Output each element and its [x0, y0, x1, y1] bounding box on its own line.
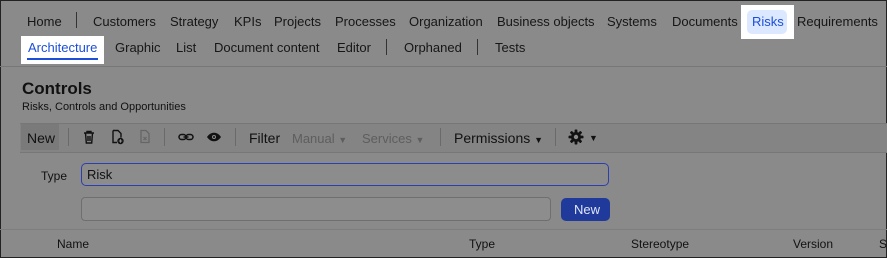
type-input-value: Risk: [87, 167, 113, 182]
nav-organization[interactable]: Organization: [409, 14, 483, 29]
page-title: Controls: [22, 79, 92, 98]
column-header-s[interactable]: S: [879, 237, 887, 251]
chevron-down-icon[interactable]: ▼: [589, 133, 598, 143]
nav-separator: [477, 39, 478, 55]
column-header-type[interactable]: Type: [469, 237, 495, 251]
search-input[interactable]: [81, 197, 551, 221]
tab-graphic[interactable]: Graphic: [115, 40, 161, 55]
primary-nav: Home Customers Strategy KPIs Projects Pr…: [0, 0, 887, 39]
nav-separator: [386, 39, 387, 55]
tab-document-content[interactable]: Document content: [214, 40, 320, 55]
manual-dropdown[interactable]: Manual ▼: [292, 131, 347, 146]
nav-documents[interactable]: Documents: [672, 14, 738, 29]
column-header-name[interactable]: Name: [57, 237, 89, 251]
nav-systems[interactable]: Systems: [607, 14, 657, 29]
toolbar-separator: [164, 128, 165, 146]
services-dropdown[interactable]: Services ▼: [362, 131, 424, 146]
chevron-down-icon: ▼: [415, 135, 425, 145]
document-disabled-icon[interactable]: [136, 128, 154, 146]
nav-business-objects[interactable]: Business objects: [497, 14, 595, 29]
type-label: Type: [41, 169, 68, 183]
toolbar-separator: [68, 128, 69, 146]
toolbar-separator: [235, 128, 236, 146]
tab-editor[interactable]: Editor: [337, 40, 371, 55]
divider: [0, 229, 887, 230]
nav-separator: [76, 12, 77, 28]
eye-icon[interactable]: [205, 128, 223, 146]
tab-tests[interactable]: Tests: [495, 40, 525, 55]
new-button-label: New: [574, 202, 601, 217]
chevron-down-icon: ▼: [534, 135, 544, 145]
manual-label: Manual: [292, 131, 335, 146]
nav-strategy[interactable]: Strategy: [170, 14, 218, 29]
new-document-icon[interactable]: [108, 128, 126, 146]
column-header-stereotype[interactable]: Stereotype: [631, 237, 689, 251]
tab-orphaned[interactable]: Orphaned: [404, 40, 462, 55]
chevron-down-icon: ▼: [338, 135, 348, 145]
trash-icon[interactable]: [80, 128, 98, 146]
page-subtitle: Risks, Controls and Opportunities: [22, 101, 186, 113]
permissions-label: Permissions: [454, 130, 531, 146]
nav-risks[interactable]: Risks: [752, 14, 784, 29]
nav-processes[interactable]: Processes: [335, 14, 396, 29]
nav-home[interactable]: Home: [27, 14, 62, 29]
type-input[interactable]: [81, 163, 609, 186]
services-label: Services: [362, 131, 412, 146]
permissions-dropdown[interactable]: Permissions ▼: [454, 130, 543, 146]
nav-customers[interactable]: Customers: [93, 14, 156, 29]
column-header-version[interactable]: Version: [793, 237, 833, 251]
link-icon[interactable]: [177, 128, 195, 146]
divider: [0, 66, 887, 67]
gear-icon[interactable]: [567, 128, 585, 146]
toolbar-separator: [440, 128, 441, 146]
nav-requirements[interactable]: Requirements: [797, 14, 878, 29]
toolbar-separator: [555, 128, 556, 146]
tab-architecture[interactable]: Architecture: [28, 40, 97, 55]
tab-list[interactable]: List: [176, 40, 196, 55]
filter-button[interactable]: Filter: [249, 130, 280, 146]
nav-projects[interactable]: Projects: [274, 14, 321, 29]
nav-kpis[interactable]: KPIs: [234, 14, 261, 29]
active-tab-underline: [27, 58, 98, 60]
new-toolbar-button[interactable]: New: [27, 130, 55, 146]
